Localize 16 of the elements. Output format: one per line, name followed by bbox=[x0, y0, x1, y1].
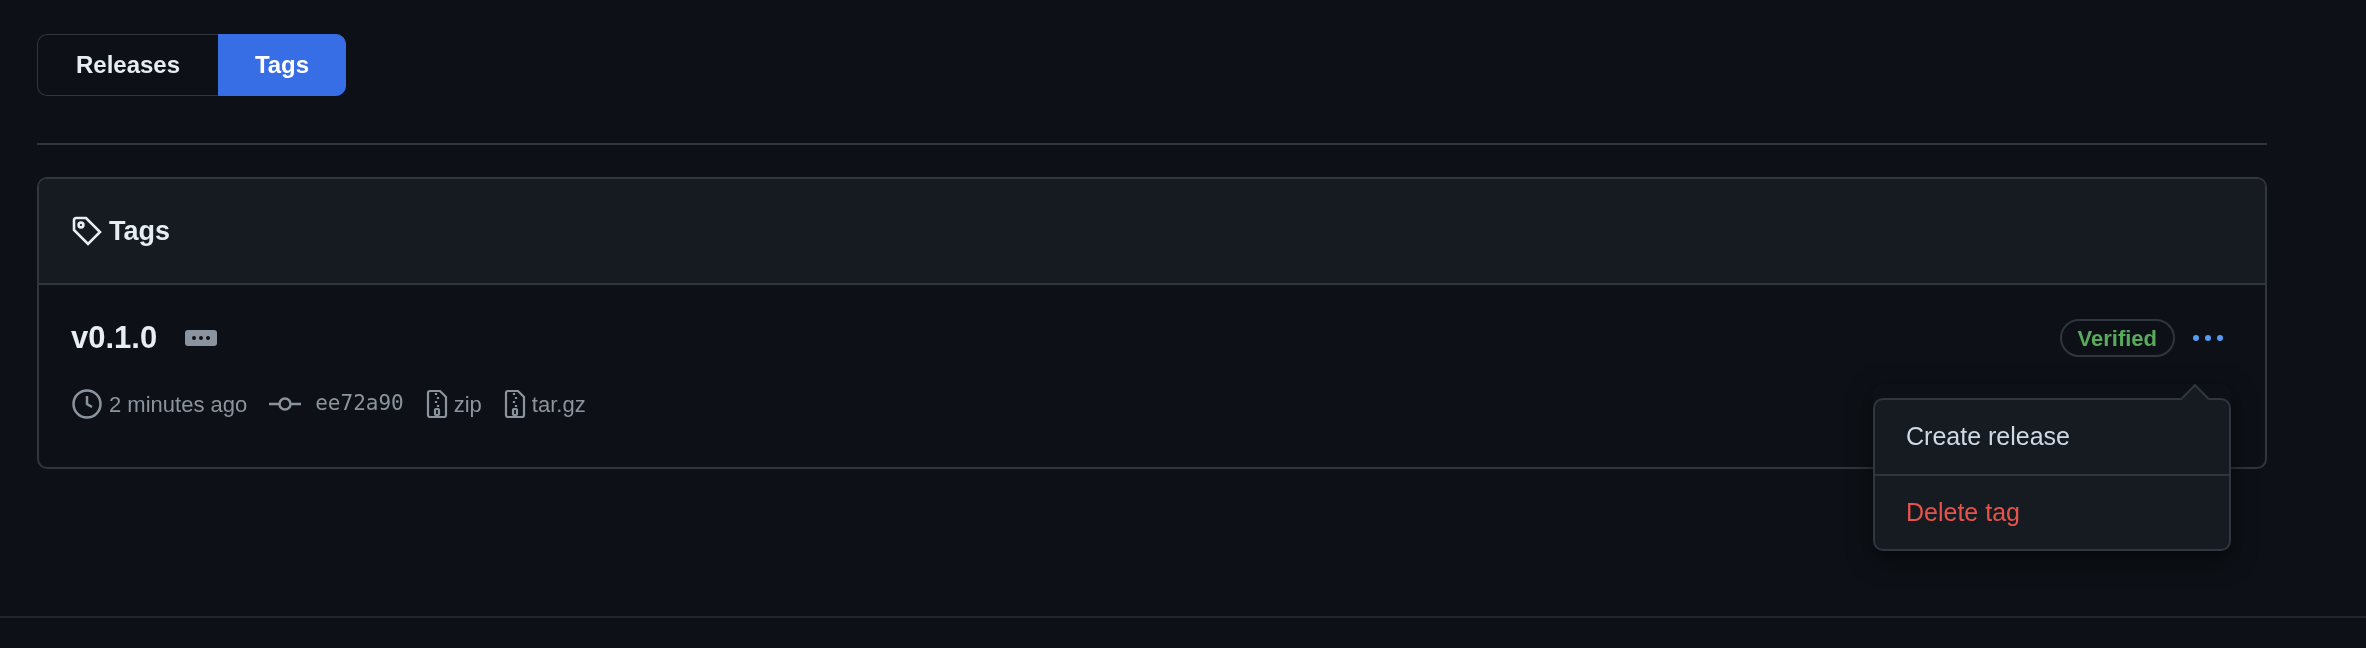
file-zip-icon bbox=[503, 389, 526, 419]
tag-name-link[interactable]: v0.1.0 bbox=[71, 315, 158, 362]
expand-button[interactable] bbox=[185, 330, 218, 347]
relative-time: 2 minutes ago bbox=[109, 390, 248, 419]
menu-item[interactable]: Create release bbox=[1875, 400, 2229, 474]
commit-icon bbox=[269, 396, 302, 412]
card-title: Tags bbox=[109, 214, 170, 248]
commit-link[interactable]: ee72a90 bbox=[315, 388, 404, 420]
download-link[interactable]: tar.gz bbox=[531, 387, 586, 421]
download-link[interactable]: zip bbox=[453, 387, 482, 421]
tag-icon bbox=[71, 215, 103, 247]
file-zip-icon bbox=[425, 389, 448, 419]
verified-badge[interactable]: Verified bbox=[2059, 319, 2175, 358]
menu-item[interactable]: Delete tag bbox=[1875, 473, 2229, 549]
clock-icon bbox=[71, 388, 103, 420]
tab[interactable]: Tags bbox=[218, 34, 346, 96]
